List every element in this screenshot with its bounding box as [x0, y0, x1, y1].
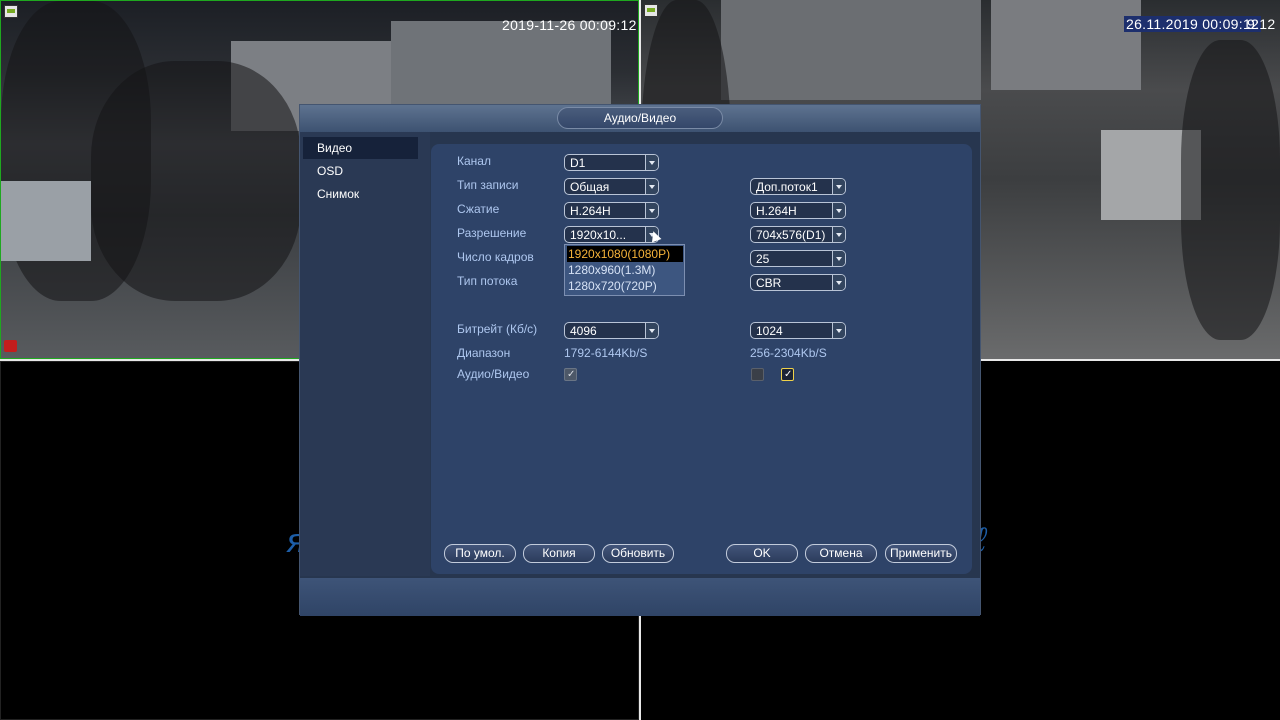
range-label: Диапазон: [457, 346, 511, 360]
video-sub-checkbox[interactable]: ✓: [781, 368, 794, 381]
tree: [91, 61, 301, 301]
audio-sub-checkbox[interactable]: [751, 368, 764, 381]
cancel-button[interactable]: Отмена: [805, 544, 877, 563]
checkmark-icon: ✓: [784, 369, 793, 380]
checkmark-icon: ✓: [567, 369, 576, 380]
resolution-option[interactable]: 1280x720(720P): [567, 278, 683, 294]
record-icon: [4, 340, 17, 352]
sidebar: Видео OSD Снимок: [300, 132, 430, 576]
bitrate-sub-select[interactable]: 1024: [750, 322, 846, 339]
camera-2-timestamp-tail: 9:12: [1247, 16, 1276, 32]
chevron-down-icon: [645, 203, 658, 218]
dialog-bottom-bar: [300, 578, 980, 616]
compression-sub-select[interactable]: H.264H: [750, 202, 846, 219]
building: [991, 0, 1141, 90]
compression-main-select[interactable]: H.264H: [564, 202, 659, 219]
copy-button[interactable]: Копия: [523, 544, 595, 563]
settings-panel: [431, 144, 972, 574]
stream-type-label: Тип потока: [457, 274, 518, 288]
refresh-button[interactable]: Обновить: [602, 544, 674, 563]
compression-label: Сжатие: [457, 202, 500, 216]
camera-status-icon: [644, 4, 658, 17]
record-type-main-select[interactable]: Общая: [564, 178, 659, 195]
sidebar-item-osd[interactable]: OSD: [303, 160, 418, 182]
resolution-option[interactable]: 1280x960(1.3M): [567, 262, 683, 278]
camera-2-timestamp: 26.11.2019 00:09:12: [1124, 16, 1262, 32]
dialog-title: Аудио/Видео: [557, 107, 723, 129]
resolution-main-select[interactable]: 1920x10...: [564, 226, 659, 243]
record-type-main-value: Общая: [570, 180, 610, 194]
chevron-down-icon: [832, 203, 845, 218]
bitrate-sub-value: 1024: [756, 324, 783, 338]
channel-value: D1: [570, 156, 586, 170]
range-sub-value: 256-2304Kb/S: [750, 346, 827, 360]
resolution-main-value: 1920x10...: [570, 228, 627, 242]
chevron-down-icon: [645, 323, 658, 338]
resolution-option[interactable]: 1920x1080(1080P): [567, 246, 683, 262]
bitrate-main-value: 4096: [570, 324, 597, 338]
dialog-titlebar[interactable]: Аудио/Видео: [300, 105, 980, 132]
stream-type-sub-select[interactable]: CBR: [750, 274, 846, 291]
default-button[interactable]: По умол.: [444, 544, 516, 563]
record-type-label: Тип записи: [457, 178, 519, 192]
resolution-dropdown-list[interactable]: 1920x1080(1080P) 1280x960(1.3M) 1280x720…: [564, 244, 685, 296]
bitrate-main-select[interactable]: 4096: [564, 322, 659, 339]
compression-main-value: H.264H: [570, 204, 611, 218]
camera-1-timestamp: 2019-11-26 00:09:12: [502, 17, 637, 33]
ok-button[interactable]: OK: [726, 544, 798, 563]
chevron-down-icon: [645, 155, 658, 170]
record-type-sub-select[interactable]: Доп.поток1: [750, 178, 846, 195]
frame-rate-label: Число кадров: [457, 250, 534, 264]
chevron-down-icon: [832, 251, 845, 266]
range-main-value: 1792-6144Kb/S: [564, 346, 648, 360]
frame-rate-sub-select[interactable]: 25: [750, 250, 846, 267]
sidebar-item-snapshot[interactable]: Снимок: [303, 183, 418, 205]
audio-video-label: Аудио/Видео: [457, 367, 530, 381]
resolution-sub-select[interactable]: 704x576(D1): [750, 226, 846, 243]
channel-select[interactable]: D1: [564, 154, 659, 171]
resolution-sub-value: 704x576(D1): [756, 228, 826, 242]
record-type-sub-value: Доп.поток1: [756, 180, 818, 194]
chevron-down-icon: [645, 179, 658, 194]
tree: [1181, 40, 1280, 340]
building: [1, 181, 91, 261]
audio-main-checkbox[interactable]: ✓: [564, 368, 577, 381]
compression-sub-value: H.264H: [756, 204, 797, 218]
chevron-down-icon: [832, 323, 845, 338]
apply-button[interactable]: Применить: [885, 544, 957, 563]
channel-label: Канал: [457, 154, 491, 168]
sidebar-item-video[interactable]: Видео: [303, 137, 418, 159]
building: [721, 0, 981, 100]
stream-type-sub-value: CBR: [756, 276, 782, 290]
chevron-down-icon: [832, 275, 845, 290]
frame-rate-sub-value: 25: [756, 252, 770, 266]
chevron-down-icon: [832, 179, 845, 194]
resolution-label: Разрешение: [457, 226, 527, 240]
bitrate-label: Битрейт (Кб/с): [457, 322, 538, 336]
camera-status-icon: [4, 5, 18, 18]
chevron-down-icon: [832, 227, 845, 242]
